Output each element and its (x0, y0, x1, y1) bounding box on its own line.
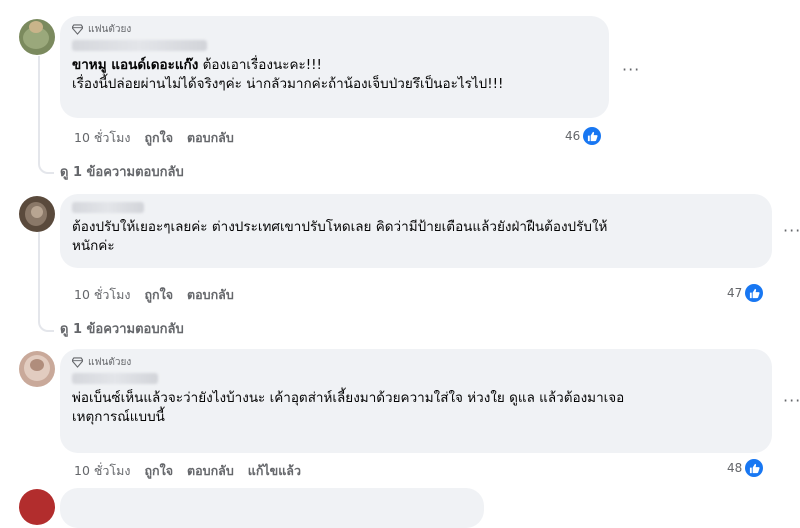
edited-label: แก้ไขแล้ว (247, 463, 301, 478)
thread-curve-1 (38, 158, 54, 174)
more-options-button[interactable]: ··· (622, 60, 640, 79)
comment-text: เหตุการณ์แบบนี้ (72, 409, 165, 425)
like-button[interactable]: ถูกใจ (144, 285, 173, 305)
avatar[interactable] (19, 351, 55, 387)
comment-actions: 10 ชั่วโมง ถูกใจ ตอบกลับ (74, 285, 234, 305)
avatar[interactable] (19, 489, 55, 525)
thread-curve-2 (38, 316, 54, 332)
reaction-number: 46 (565, 129, 581, 143)
view-replies-link[interactable]: ดู 1 ข้อความตอบกลับ (60, 318, 184, 339)
thread-line-1 (38, 56, 40, 160)
comment-actions: 10 ชั่วโมง ถูกใจ ตอบกลับ แก้ไขแล้ว (74, 461, 301, 481)
reply-button[interactable]: ตอบกลับ (187, 128, 234, 148)
reaction-count[interactable]: 48 (727, 459, 764, 477)
like-button[interactable]: ถูกใจ (144, 128, 173, 148)
comment-text: พ่อเบ็นซ์เห็นแล้วจะว่ายังไงบ้างนะ เค้าอุ… (72, 390, 625, 406)
reply-button[interactable]: ตอบกลับ (187, 285, 234, 305)
thumbs-up-icon (583, 127, 602, 145)
top-fan-badge: แฟนตัวยง (72, 355, 760, 369)
comment-text: หนักค่ะ (72, 238, 115, 254)
blurred-name (72, 202, 144, 213)
comment-text: ต้องปรับให้เยอะๆเลยค่ะ ต่างประเทศเขาปรับ… (72, 219, 608, 235)
badge-label: แฟนตัวยง (88, 356, 132, 368)
comment-text: ต้องเอาเรื่องนะคะ!!! (202, 57, 322, 73)
timestamp[interactable]: 10 ชั่วโมง (74, 128, 130, 148)
more-options-button[interactable]: ··· (783, 221, 800, 240)
diamond-icon (72, 356, 83, 368)
blurred-name (72, 40, 207, 51)
avatar[interactable] (19, 196, 55, 232)
blurred-name (72, 373, 158, 384)
avatar[interactable] (19, 19, 55, 55)
diamond-icon (72, 23, 83, 35)
reaction-count[interactable]: 46 (565, 127, 602, 145)
comment-text-line: ขาหมู แอนด์เดอะแก๊ง ต้องเอาเรื่องนะคะ!!! (72, 56, 597, 75)
comment-bubble: แฟนตัวยง พ่อเบ็นซ์เห็นแล้วจะว่ายังไงบ้าง… (60, 349, 772, 453)
thumbs-up-icon (745, 284, 764, 302)
reaction-number: 48 (727, 461, 743, 475)
thread-line-2 (38, 226, 40, 318)
badge-label: แฟนตัวยง (88, 23, 132, 35)
reaction-count[interactable]: 47 (727, 284, 764, 302)
top-fan-badge: แฟนตัวยง (72, 22, 597, 36)
author-name[interactable]: ขาหมู แอนด์เดอะแก๊ง (72, 57, 198, 73)
comment-bubble (60, 488, 484, 528)
comment-bubble: แฟนตัวยง ขาหมู แอนด์เดอะแก๊ง ต้องเอาเรื่… (60, 16, 609, 118)
comment-text: เรื่องนี้ปล่อยผ่านไม่ได้จริงๆค่ะ น่ากลัว… (72, 76, 504, 92)
reaction-number: 47 (727, 286, 743, 300)
timestamp[interactable]: 10 ชั่วโมง (74, 285, 130, 305)
thumbs-up-icon (745, 459, 764, 477)
timestamp[interactable]: 10 ชั่วโมง (74, 461, 130, 481)
reply-button[interactable]: ตอบกลับ (187, 461, 234, 481)
view-replies-link[interactable]: ดู 1 ข้อความตอบกลับ (60, 161, 184, 182)
like-button[interactable]: ถูกใจ (144, 461, 173, 481)
comment-actions: 10 ชั่วโมง ถูกใจ ตอบกลับ (74, 128, 234, 148)
more-options-button[interactable]: ··· (783, 391, 800, 410)
comment-bubble: ต้องปรับให้เยอะๆเลยค่ะ ต่างประเทศเขาปรับ… (60, 194, 772, 268)
